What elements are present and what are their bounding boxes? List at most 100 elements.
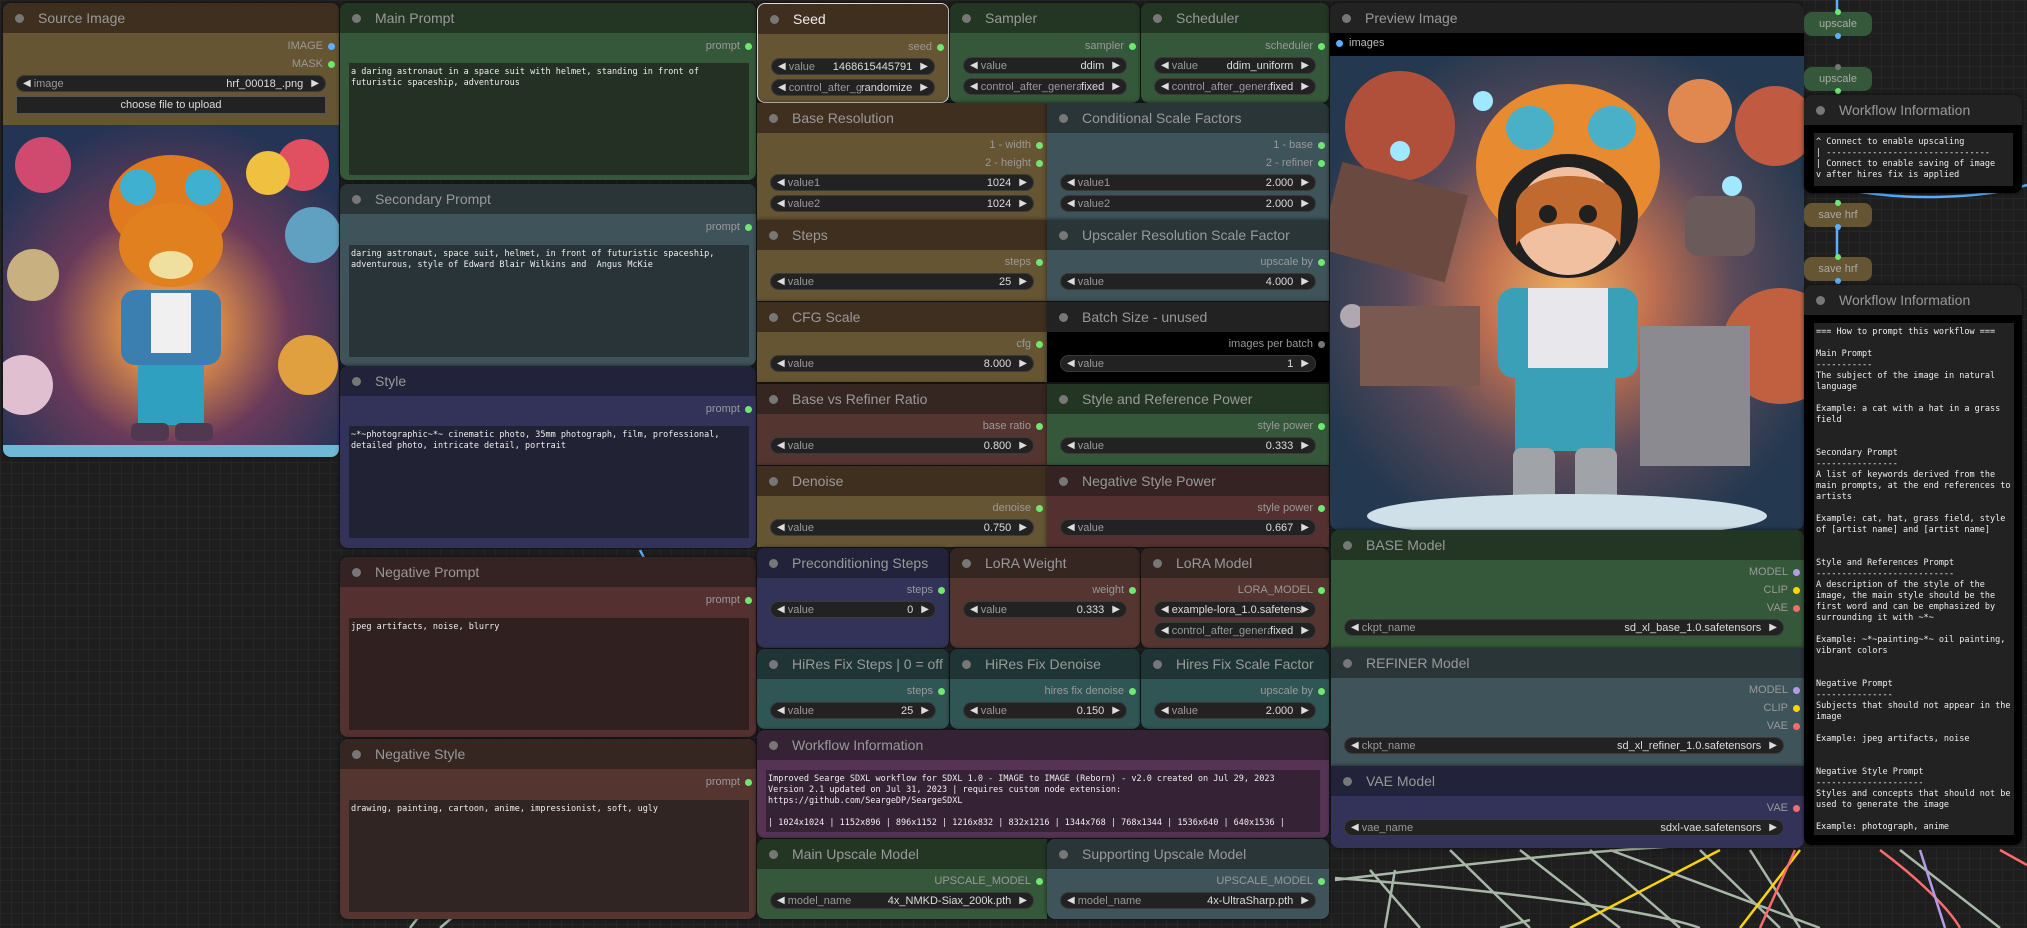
prompt-output-slot[interactable] xyxy=(745,405,752,413)
arrow-left-icon[interactable]: ◀ xyxy=(777,604,785,615)
lora-control-widget[interactable]: ◀control_after_generatefixed▶ xyxy=(1154,622,1316,639)
node-title[interactable]: Upscaler Resolution Scale Factor xyxy=(1047,220,1329,250)
node-title[interactable]: Workflow Information xyxy=(1804,95,2022,125)
arrow-right-icon[interactable]: ▶ xyxy=(1769,740,1777,751)
arrow-left-icon[interactable]: ◀ xyxy=(1067,177,1075,188)
arrow-left-icon[interactable]: ◀ xyxy=(970,60,978,71)
arrow-left-icon[interactable]: ◀ xyxy=(1161,705,1169,716)
precond-value-widget[interactable]: ◀ value 0 ▶ xyxy=(770,601,936,618)
arrow-left-icon[interactable]: ◀ xyxy=(970,705,978,716)
arrow-right-icon[interactable]: ▶ xyxy=(1019,177,1027,188)
sampler-control-widget[interactable]: ◀ control_after_generate fixed ▶ xyxy=(963,78,1127,95)
negative-style-textarea[interactable]: drawing, painting, cartoon, anime, impre… xyxy=(349,800,749,912)
collapse-dot-icon[interactable] xyxy=(769,849,778,859)
reroute-upscale-1[interactable]: upscale xyxy=(1804,9,1872,39)
upscale-output-slot[interactable] xyxy=(1318,687,1325,695)
node-title[interactable]: Main Upscale Model xyxy=(757,839,1047,869)
base-refiner-ratio-node[interactable]: Base vs Refiner Ratio base ratio ◀ value 0… xyxy=(757,384,1047,465)
node-title[interactable]: Source Image xyxy=(3,3,339,33)
negative-prompt-textarea[interactable]: jpeg artifacts, noise, blurry xyxy=(349,618,749,730)
input-slot[interactable] xyxy=(1835,254,1841,260)
collapse-dot-icon[interactable] xyxy=(1153,659,1162,669)
arrow-right-icon[interactable]: ▶ xyxy=(1301,625,1309,636)
arrow-right-icon[interactable]: ▶ xyxy=(1301,358,1309,369)
arrow-left-icon[interactable]: ◀ xyxy=(1067,198,1075,209)
arrow-left-icon[interactable]: ◀ xyxy=(777,522,785,533)
neg-style-power-node[interactable]: Negative Style Power style power ◀ value 0… xyxy=(1047,466,1329,547)
refiner-output-slot[interactable] xyxy=(1318,159,1325,167)
arrow-right-icon[interactable]: ▶ xyxy=(1301,705,1309,716)
arrow-right-icon[interactable]: ▶ xyxy=(1301,177,1309,188)
output-slot[interactable] xyxy=(1835,88,1841,94)
upscale-value-widget[interactable]: ◀ value 4.000 ▶ xyxy=(1060,273,1316,290)
arrow-right-icon[interactable]: ▶ xyxy=(1301,895,1309,906)
node-title[interactable]: Negative Style Power xyxy=(1047,466,1329,496)
arrow-left-icon[interactable]: ◀ xyxy=(1067,895,1075,906)
main-prompt-node[interactable]: Main Prompt prompt a daring astronaut in… xyxy=(340,3,756,180)
node-title[interactable]: LoRA Weight xyxy=(950,548,1140,578)
node-title[interactable]: Base Resolution xyxy=(757,103,1047,133)
lora-weight-value-widget[interactable]: ◀ value 0.333 ▶ xyxy=(963,601,1127,618)
collapse-dot-icon[interactable] xyxy=(1059,230,1068,240)
batch-output-slot[interactable] xyxy=(1318,340,1325,348)
seed-node[interactable]: Seed seed ◀ value 1468615445791 ▶ ◀ control_… xyxy=(757,3,949,103)
collapse-dot-icon[interactable] xyxy=(769,558,778,568)
output-slot[interactable] xyxy=(1835,278,1841,284)
support-upscale-model-node[interactable]: Supporting Upscale Model UPSCALE_MODEL ◀… xyxy=(1047,839,1329,919)
value1-widget[interactable]: ◀ value1 1024 ▶ xyxy=(770,174,1034,191)
ratio-value-widget[interactable]: ◀ value 0.800 ▶ xyxy=(770,437,1034,454)
style-power-value-widget[interactable]: ◀ value 0.333 ▶ xyxy=(1060,437,1316,454)
ckpt-name-widget[interactable]: ◀ ckpt_name sd_xl_base_1.0.safetensors ▶ xyxy=(1344,619,1784,636)
collapse-dot-icon[interactable] xyxy=(352,13,361,23)
neg-style-power-value-widget[interactable]: ◀ value 0.667 ▶ xyxy=(1060,519,1316,536)
clip-output-slot[interactable] xyxy=(1793,704,1800,712)
arrow-left-icon[interactable]: ◀ xyxy=(1067,440,1075,451)
collapse-dot-icon[interactable] xyxy=(1343,776,1352,786)
node-title[interactable]: Main Prompt xyxy=(340,3,756,33)
arrow-right-icon[interactable]: ▶ xyxy=(1301,440,1309,451)
reroute-save-hrf-2[interactable]: save hrf xyxy=(1804,254,1872,284)
main-prompt-textarea[interactable]: a daring astronaut in a space suit with … xyxy=(349,63,749,175)
node-title[interactable]: Negative Style xyxy=(340,739,756,769)
arrow-right-icon[interactable]: ▶ xyxy=(1112,81,1120,92)
node-title[interactable]: Denoise xyxy=(757,466,1047,496)
height-output-slot[interactable] xyxy=(1036,159,1043,167)
node-title[interactable]: Style xyxy=(340,366,756,396)
node-title[interactable]: Hires Fix Scale Factor xyxy=(1141,649,1329,679)
arrow-left-icon[interactable]: ◀ xyxy=(1161,81,1169,92)
hires-denoise-node[interactable]: HiRes Fix Denoise hires fix denoise ◀ val… xyxy=(950,649,1140,729)
arrow-right-icon[interactable]: ▶ xyxy=(1301,81,1309,92)
arrow-right-icon[interactable]: ▶ xyxy=(1019,198,1027,209)
denoise-node[interactable]: Denoise denoise ◀ value 0.750 ▶ xyxy=(757,466,1047,547)
conditional-scale-node[interactable]: Conditional Scale Factors 1 - base 2 - r… xyxy=(1047,103,1329,220)
sampler-output-slot[interactable] xyxy=(1129,42,1136,50)
upscale-output-slot[interactable] xyxy=(1318,258,1325,266)
collapse-dot-icon[interactable] xyxy=(15,13,24,23)
model-output-slot[interactable] xyxy=(1793,686,1800,694)
node-title[interactable]: Supporting Upscale Model xyxy=(1047,839,1329,869)
cfg-output-slot[interactable] xyxy=(1036,340,1043,348)
node-title[interactable]: Steps xyxy=(757,220,1047,250)
source-image-node[interactable]: Source Image IMAGE MASK ◀ image hrf_00018_… xyxy=(3,3,339,457)
arrow-left-icon[interactable]: ◀ xyxy=(1067,358,1075,369)
clip-output-slot[interactable] xyxy=(1793,586,1800,594)
lora-name-widget[interactable]: ◀example-lora_1.0.safetensors▶ xyxy=(1154,601,1316,618)
arrow-right-icon[interactable]: ▶ xyxy=(1301,60,1309,71)
negative-style-node[interactable]: Negative Style prompt drawing, painting,… xyxy=(340,739,756,919)
arrow-left-icon[interactable]: ◀ xyxy=(777,440,785,451)
arrow-left-icon[interactable]: ◀ xyxy=(1161,604,1169,615)
hires-denoise-value-widget[interactable]: ◀ value 0.150 ▶ xyxy=(963,702,1127,719)
arrow-left-icon[interactable]: ◀ xyxy=(1067,276,1075,287)
collapse-dot-icon[interactable] xyxy=(352,376,361,386)
value2-widget[interactable]: ◀ value2 1024 ▶ xyxy=(770,195,1034,212)
node-title[interactable]: Base vs Refiner Ratio xyxy=(757,384,1047,414)
workflow-info-help-textarea[interactable]: === How to prompt this workflow === Main… xyxy=(1814,323,2014,835)
collapse-dot-icon[interactable] xyxy=(769,230,778,240)
cfg-value-widget[interactable]: ◀ value 8.000 ▶ xyxy=(770,355,1034,372)
arrow-right-icon[interactable]: ▶ xyxy=(1112,705,1120,716)
width-output-slot[interactable] xyxy=(1036,141,1043,149)
node-title[interactable]: HiRes Fix Denoise xyxy=(950,649,1140,679)
seed-output-slot[interactable] xyxy=(937,43,944,51)
arrow-right-icon[interactable]: ▶ xyxy=(1112,60,1120,71)
scheduler-node[interactable]: Scheduler scheduler ◀ value ddim_uniform ▶ … xyxy=(1141,3,1329,103)
